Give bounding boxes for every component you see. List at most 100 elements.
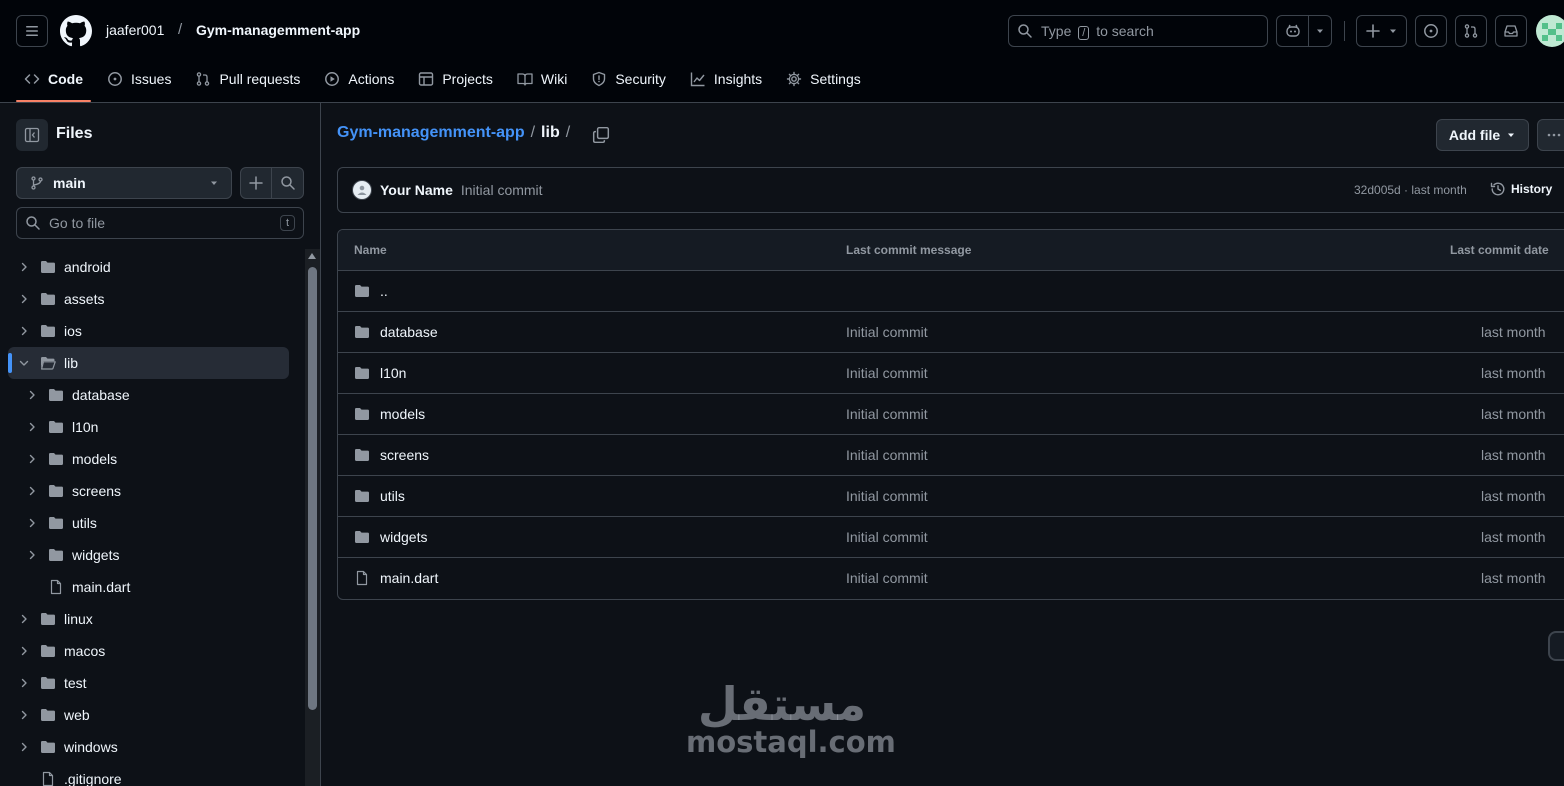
tab-security[interactable]: Security <box>583 62 674 96</box>
pull-requests-button[interactable] <box>1455 15 1487 47</box>
chevron-right-icon[interactable] <box>16 323 32 339</box>
row-commit-message[interactable]: Initial commit <box>846 570 928 586</box>
row-name-link[interactable]: main.dart <box>380 570 438 586</box>
row-commit-message[interactable]: Initial commit <box>846 324 928 340</box>
chevron-right-icon[interactable] <box>16 611 32 627</box>
table-row[interactable]: screens Initial commit last month <box>338 435 1564 476</box>
scrollbar-thumb[interactable] <box>308 267 317 710</box>
row-commit-message[interactable]: Initial commit <box>846 365 928 381</box>
history-button[interactable]: History <box>1490 181 1552 197</box>
tab-actions[interactable]: Actions <box>316 62 402 96</box>
chevron-right-icon[interactable] <box>24 515 40 531</box>
chevron-down-icon[interactable] <box>16 355 32 371</box>
chevron-right-icon[interactable] <box>16 643 32 659</box>
commit-message[interactable]: Initial commit <box>461 182 543 198</box>
table-row-parent-directory[interactable]: .. <box>338 271 1564 312</box>
chevron-right-icon[interactable] <box>24 451 40 467</box>
row-name-link[interactable]: l10n <box>380 365 406 381</box>
tab-issues[interactable]: Issues <box>99 62 179 96</box>
row-commit-message[interactable]: Initial commit <box>846 447 928 463</box>
chevron-right-icon[interactable] <box>16 739 32 755</box>
tree-item-database[interactable]: database <box>8 379 289 411</box>
chevron-right-icon[interactable] <box>24 387 40 403</box>
chevron-right-icon[interactable] <box>16 259 32 275</box>
tab-label: Pull requests <box>219 71 301 87</box>
table-row[interactable]: utils Initial commit last month <box>338 476 1564 517</box>
tree-item-macos[interactable]: macos <box>8 635 289 667</box>
tab-pull-requests[interactable]: Pull requests <box>187 62 308 96</box>
file-directory-icon <box>354 447 370 463</box>
collapse-sidebar-button[interactable] <box>16 119 48 151</box>
row-name-link[interactable]: utils <box>380 488 405 504</box>
sidebar-scrollbar[interactable] <box>305 249 320 786</box>
tree-item-windows[interactable]: windows <box>8 731 289 763</box>
search-input[interactable]: Type / to search <box>1008 15 1268 47</box>
tab-insights[interactable]: Insights <box>682 62 770 96</box>
row-name-link[interactable]: widgets <box>380 529 427 545</box>
breadcrumb-repo-link[interactable]: Gym-managemment-app <box>337 124 525 142</box>
tree-item-gitignore[interactable]: .gitignore <box>8 763 289 786</box>
tree-item-linux[interactable]: linux <box>8 603 289 635</box>
github-logo-icon[interactable] <box>60 15 92 47</box>
tree-item-android[interactable]: android <box>8 251 289 283</box>
row-commit-date: last month <box>1481 488 1546 504</box>
row-commit-date: last month <box>1481 529 1546 545</box>
chevron-right-icon[interactable] <box>24 547 40 563</box>
add-file-dropdown[interactable]: Add file <box>1436 119 1529 151</box>
row-commit-message[interactable]: Initial commit <box>846 529 928 545</box>
issues-button[interactable] <box>1415 15 1447 47</box>
tab-settings[interactable]: Settings <box>778 62 869 96</box>
row-name-link[interactable]: database <box>380 324 438 340</box>
add-file-button[interactable] <box>241 168 273 198</box>
commit-sha-and-time[interactable]: 32d005d · last month <box>1354 183 1467 197</box>
go-to-file-input[interactable]: Go to file t <box>16 207 304 239</box>
table-row[interactable]: models Initial commit last month <box>338 394 1564 435</box>
row-commit-message[interactable]: Initial commit <box>846 488 928 504</box>
tree-item-l10n[interactable]: l10n <box>8 411 289 443</box>
search-files-button[interactable] <box>272 168 303 198</box>
row-commit-message[interactable]: Initial commit <box>846 406 928 422</box>
tab-projects[interactable]: Projects <box>410 62 501 96</box>
tree-item-screens[interactable]: screens <box>8 475 289 507</box>
tree-item-utils[interactable]: utils <box>8 507 289 539</box>
row-name-link[interactable]: models <box>380 406 425 422</box>
chevron-right-icon[interactable] <box>16 675 32 691</box>
tree-item-models[interactable]: models <box>8 443 289 475</box>
chevron-right-icon[interactable] <box>16 707 32 723</box>
row-name-link[interactable]: screens <box>380 447 429 463</box>
chevron-right-icon[interactable] <box>24 419 40 435</box>
tree-item-test[interactable]: test <box>8 667 289 699</box>
owner-link[interactable]: jaafer001 <box>106 22 164 38</box>
table-row[interactable]: database Initial commit last month <box>338 312 1564 353</box>
tree-item-main-dart[interactable]: main.dart <box>8 571 289 603</box>
repo-link[interactable]: Gym-managemment-app <box>196 22 360 38</box>
menu-button[interactable] <box>16 15 48 47</box>
inbox-icon <box>1504 25 1518 37</box>
tab-code[interactable]: Code <box>16 62 91 102</box>
create-new-button[interactable] <box>1356 15 1407 47</box>
floating-panel-handle[interactable] <box>1548 631 1564 661</box>
kebab-horizontal-icon <box>1547 133 1561 137</box>
commit-author[interactable]: Your Name <box>380 182 453 198</box>
tree-item-lib[interactable]: lib <box>8 347 289 379</box>
branch-selector[interactable]: main <box>16 167 232 199</box>
more-options-button[interactable] <box>1537 119 1564 151</box>
table-row[interactable]: l10n Initial commit last month <box>338 353 1564 394</box>
copilot-dropdown-button[interactable] <box>1309 16 1331 46</box>
inbox-button[interactable] <box>1495 15 1527 47</box>
table-row[interactable]: widgets Initial commit last month <box>338 517 1564 558</box>
chevron-right-icon[interactable] <box>16 291 32 307</box>
row-name-link[interactable]: .. <box>380 283 388 299</box>
tree-item-assets[interactable]: assets <box>8 283 289 315</box>
commit-author-avatar[interactable] <box>352 180 372 200</box>
table-row[interactable]: main.dart Initial commit last month <box>338 558 1564 599</box>
tab-wiki[interactable]: Wiki <box>509 62 575 96</box>
copilot-button[interactable] <box>1277 16 1310 46</box>
tree-item-widgets[interactable]: widgets <box>8 539 289 571</box>
tree-item-ios[interactable]: ios <box>8 315 289 347</box>
tree-item-web[interactable]: web <box>8 699 289 731</box>
chevron-right-icon[interactable] <box>24 483 40 499</box>
scroll-up-arrow-icon[interactable] <box>308 253 316 259</box>
copy-path-button[interactable] <box>592 126 610 144</box>
user-avatar[interactable] <box>1536 15 1564 47</box>
